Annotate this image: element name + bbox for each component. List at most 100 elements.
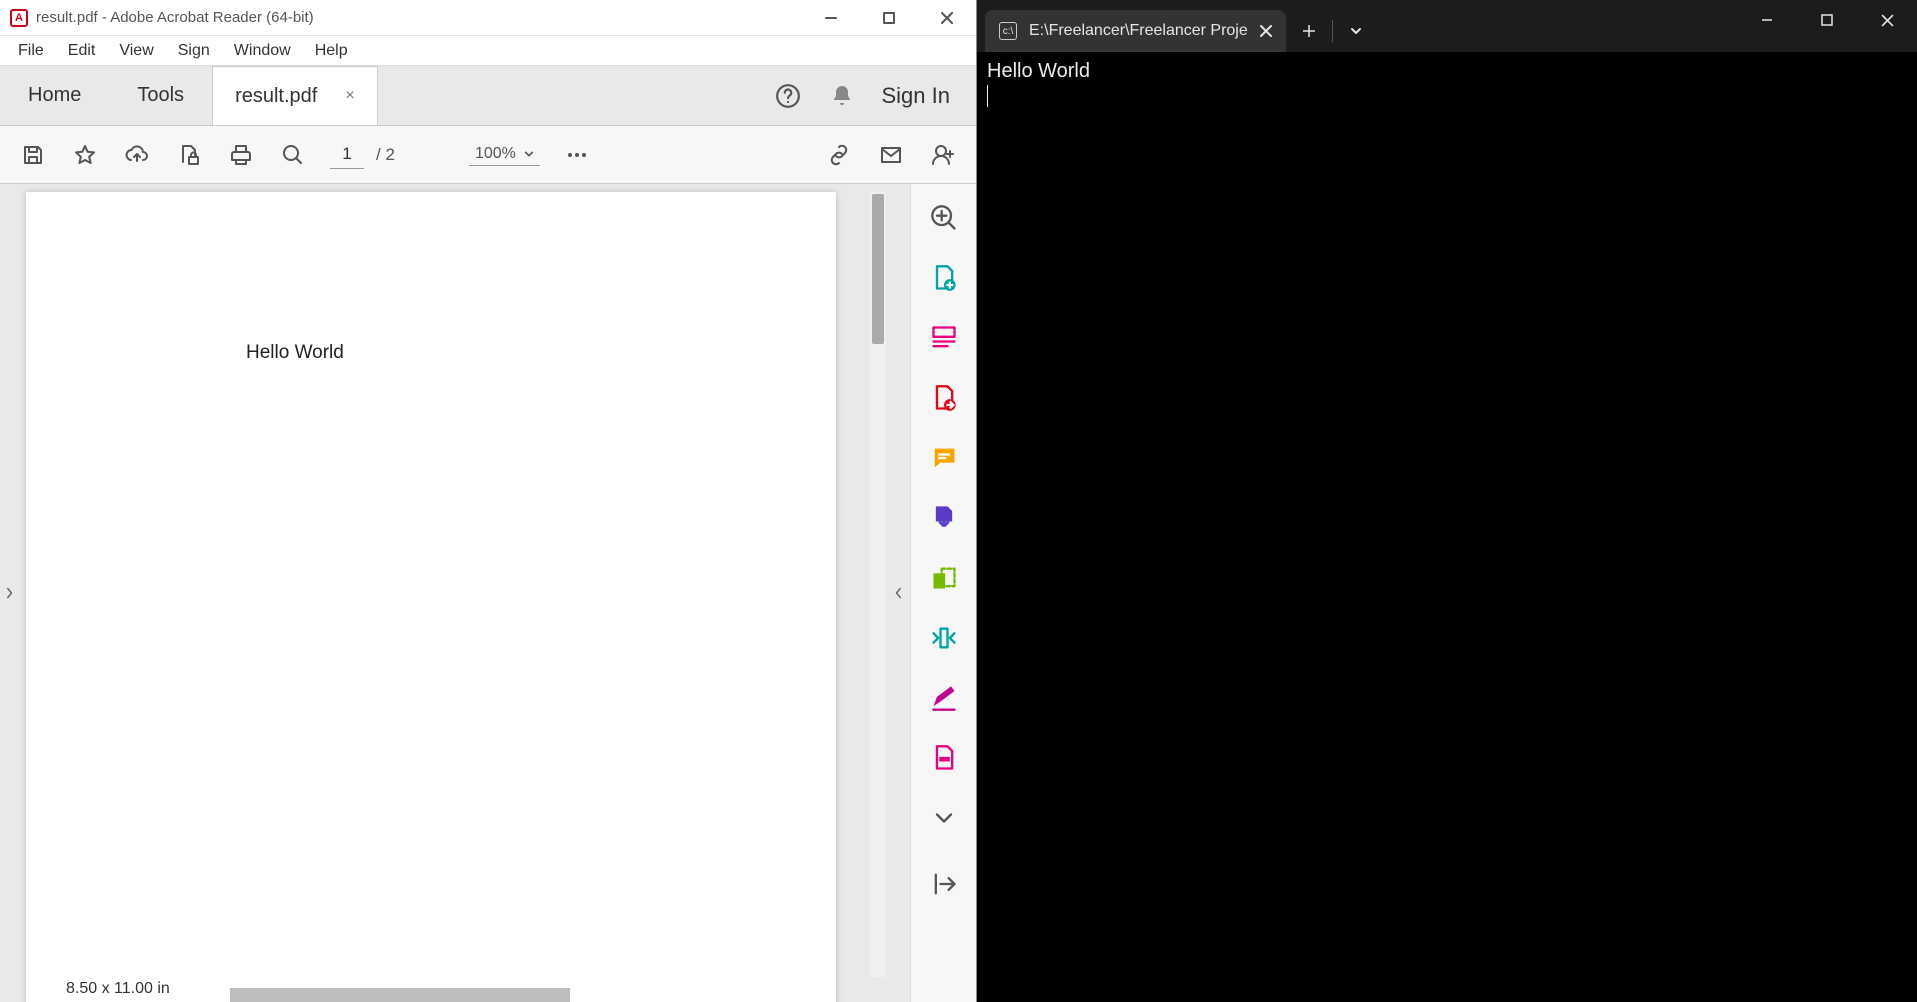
tool-combine-button[interactable] (928, 502, 960, 534)
acrobat-menubar: File Edit View Sign Window Help (0, 36, 976, 66)
tab-document[interactable]: result.pdf × (212, 66, 378, 125)
terminal-tabbar: c:\ E:\Freelancer\Freelancer Proje (977, 0, 1917, 52)
tab-home[interactable]: Home (0, 66, 109, 125)
tool-edit-pdf-button[interactable] (928, 322, 960, 354)
save-button[interactable] (18, 140, 48, 170)
tool-organize-button[interactable] (928, 562, 960, 594)
terminal-tab[interactable]: c:\ E:\Freelancer\Freelancer Proje (985, 10, 1286, 52)
nav-pane-toggle[interactable] (0, 184, 20, 1002)
tool-search-button[interactable] (928, 202, 960, 234)
tool-create-pdf-button[interactable] (928, 262, 960, 294)
zoom-dropdown[interactable]: 100% (469, 143, 540, 166)
vertical-scrollbar[interactable] (870, 192, 886, 977)
chevron-down-icon (1349, 24, 1363, 38)
horizontal-scroll-thumb[interactable] (230, 988, 570, 1002)
tool-compress-button[interactable] (928, 622, 960, 654)
tab-close-icon[interactable] (1260, 25, 1272, 37)
menu-file[interactable]: File (6, 38, 56, 64)
save-icon (21, 143, 45, 167)
share-link-button[interactable] (824, 140, 854, 170)
document-viewport[interactable]: Hello World 8.50 x 11.00 in (20, 184, 886, 1002)
cmd-icon: c:\ (999, 22, 1017, 40)
terminal-output: Hello World (987, 60, 1090, 82)
more-tools-button[interactable] (562, 140, 592, 170)
terminal-body[interactable]: Hello World (977, 52, 1917, 1002)
acrobat-tabs-row: Home Tools result.pdf × Sign In (0, 66, 976, 126)
terminal-tab-title: E:\Freelancer\Freelancer Proje (1029, 22, 1248, 40)
zoom-value: 100% (475, 145, 516, 163)
help-button[interactable] (774, 82, 802, 110)
window-maximize-button[interactable] (860, 0, 918, 36)
terminal-maximize-button[interactable] (1797, 0, 1857, 40)
acrobat-title-text: result.pdf - Adobe Acrobat Reader (64-bi… (36, 9, 314, 26)
tools-more-button[interactable] (928, 802, 960, 834)
magnifier-plus-icon (930, 204, 958, 232)
menu-sign[interactable]: Sign (166, 38, 222, 64)
tools-pane (910, 184, 976, 1002)
tab-document-close[interactable]: × (345, 87, 354, 105)
mail-icon (879, 143, 903, 167)
tab-tools[interactable]: Tools (109, 66, 212, 125)
search-icon (281, 143, 305, 167)
add-user-button[interactable] (928, 140, 958, 170)
minimize-icon (825, 12, 837, 24)
page-dimensions-label: 8.50 x 11.00 in (66, 980, 170, 998)
tab-document-label: result.pdf (235, 85, 317, 108)
minimize-icon (1761, 14, 1773, 26)
file-lock-button[interactable] (174, 140, 204, 170)
tool-redact-button[interactable] (928, 742, 960, 774)
terminal-window: c:\ E:\Freelancer\Freelancer Proje (977, 0, 1917, 1002)
tools-pane-toggle[interactable] (886, 184, 910, 1002)
menu-window[interactable]: Window (222, 38, 303, 64)
pdf-page-content: Hello World (246, 342, 836, 364)
maximize-icon (883, 12, 895, 24)
collapse-right-icon (930, 870, 958, 898)
close-icon (941, 12, 953, 24)
menu-help[interactable]: Help (303, 38, 360, 64)
print-button[interactable] (226, 140, 256, 170)
maximize-icon (1821, 14, 1833, 26)
plus-icon (1302, 24, 1316, 38)
acrobat-main-area: Hello World 8.50 x 11.00 in (0, 184, 976, 1002)
tool-fill-sign-button[interactable] (928, 682, 960, 714)
terminal-minimize-button[interactable] (1737, 0, 1797, 40)
star-button[interactable] (70, 140, 100, 170)
email-button[interactable] (876, 140, 906, 170)
help-icon (775, 83, 801, 109)
print-icon (229, 143, 253, 167)
acrobat-titlebar[interactable]: A result.pdf - Adobe Acrobat Reader (64-… (0, 0, 976, 36)
pen-sign-icon (930, 684, 958, 712)
tool-export-pdf-button[interactable] (928, 382, 960, 414)
tool-comment-button[interactable] (928, 442, 960, 474)
terminal-close-button[interactable] (1857, 0, 1917, 40)
chevron-down-icon (524, 149, 534, 159)
cloud-upload-icon (125, 143, 149, 167)
menu-edit[interactable]: Edit (56, 38, 108, 64)
vertical-scroll-thumb[interactable] (872, 194, 884, 344)
find-button[interactable] (278, 140, 308, 170)
page-number-input[interactable] (330, 141, 364, 169)
page-total-value: 2 (385, 145, 394, 164)
file-redact-icon (930, 744, 958, 772)
chevron-down-icon (930, 804, 958, 832)
notifications-button[interactable] (828, 82, 856, 110)
file-arrow-down-icon (930, 504, 958, 532)
acrobat-app-icon: A (10, 9, 28, 27)
tools-collapse-button[interactable] (928, 868, 960, 900)
upload-cloud-button[interactable] (122, 140, 152, 170)
sign-in-button[interactable]: Sign In (882, 83, 951, 109)
page-total-label: / 2 (376, 145, 395, 165)
organize-pages-icon (930, 564, 958, 592)
page-separator: / (376, 145, 381, 164)
close-icon (1881, 14, 1894, 27)
menu-view[interactable]: View (107, 38, 165, 64)
window-minimize-button[interactable] (802, 0, 860, 36)
comment-icon (930, 444, 958, 472)
new-tab-button[interactable] (1286, 10, 1332, 52)
user-plus-icon (931, 143, 955, 167)
acrobat-window: A result.pdf - Adobe Acrobat Reader (64-… (0, 0, 977, 1002)
file-plus-icon (930, 264, 958, 292)
tab-dropdown-button[interactable] (1333, 10, 1379, 52)
window-close-button[interactable] (918, 0, 976, 36)
edit-layout-icon (930, 324, 958, 352)
